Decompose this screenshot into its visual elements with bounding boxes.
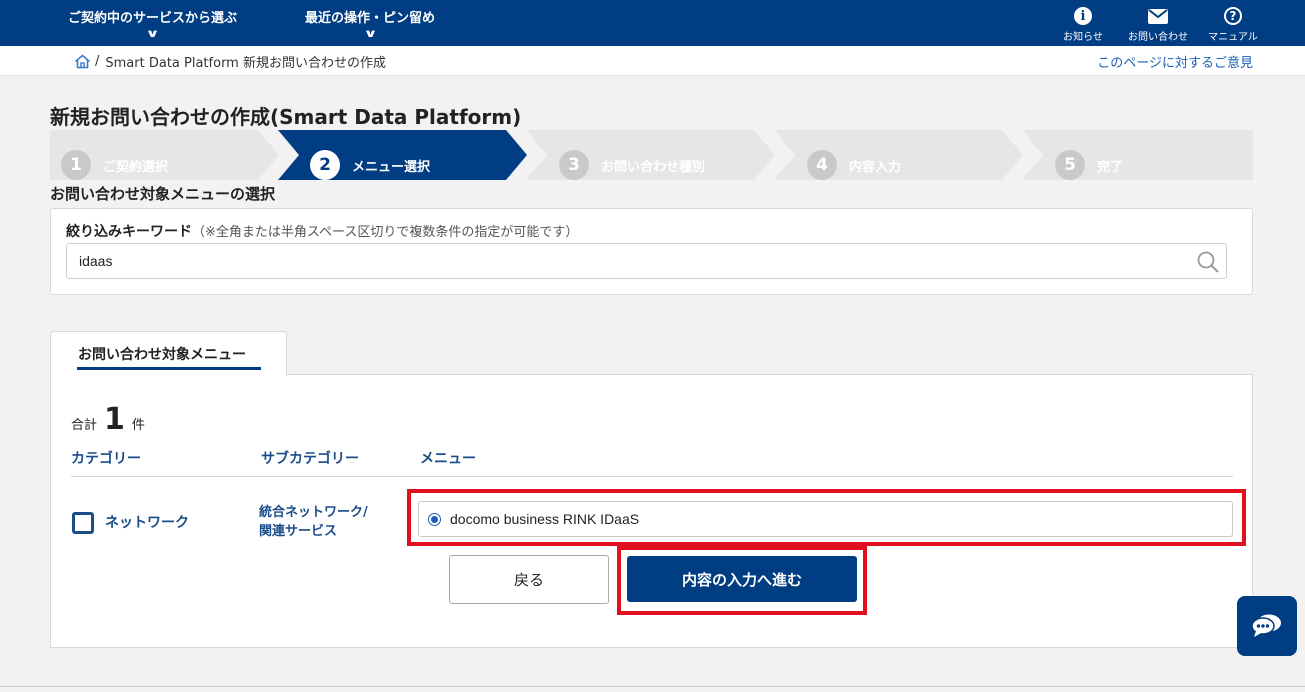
column-header-subcategory: サブカテゴリー [261, 451, 359, 467]
filter-note: （※全角または半角スペース区切りで複数条件の指定が可能です） [192, 225, 579, 240]
help-icon: ? [1224, 7, 1242, 25]
category-label: ネットワーク [105, 515, 189, 531]
step-4-label: 内容入力 [849, 159, 902, 175]
chat-button[interactable] [1237, 596, 1297, 656]
chevron-down-icon: ∨ [362, 27, 378, 40]
column-header-category: カテゴリー [71, 451, 141, 467]
header-divider [71, 476, 1233, 477]
filter-label: 絞り込みキーワード（※全角または半角スペース区切りで複数条件の指定が可能です） [66, 221, 578, 241]
nav-contracted-services[interactable]: ご契約中のサービスから選ぶ ∨ [68, 0, 237, 46]
total-prefix: 合計 [71, 418, 98, 433]
menu-option[interactable]: docomo business RINK IDaaS [418, 501, 1233, 537]
subcategory-label: 統合ネットワーク/ 関連サービス [259, 503, 389, 541]
breadcrumb-current: Smart Data Platform 新規お問い合わせの作成 [105, 56, 386, 71]
manual-label: マニュアル [1208, 32, 1258, 43]
step-3-label: お問い合わせ種別 [601, 159, 706, 175]
step-3: 3 お問い合わせ種別 [559, 140, 705, 190]
step-4: 4 内容入力 [807, 140, 901, 190]
result-total: 合計 1 件 [71, 405, 145, 435]
home-icon[interactable] [74, 54, 91, 69]
tab-active-indicator [77, 367, 261, 370]
step-3-number: 3 [559, 150, 589, 180]
step-5-number: 5 [1055, 150, 1085, 180]
manual-button[interactable]: ? マニュアル [1203, 6, 1263, 43]
chat-icon [1251, 614, 1281, 637]
tab-target-menu-label: お問い合わせ対象メニュー [78, 347, 246, 363]
tab-target-menu[interactable]: お問い合わせ対象メニュー [50, 331, 287, 376]
subcategory-line-1: 統合ネットワーク/ [259, 505, 368, 520]
nav-contracted-services-label: ご契約中のサービスから選ぶ [68, 11, 238, 26]
chevron-down-icon: ∨ [145, 27, 160, 40]
breadcrumb-separator: / [95, 54, 100, 69]
menu-option-radio[interactable] [428, 512, 441, 526]
step-2: 2 メニュー選択 [310, 140, 430, 190]
contact-label: お問い合わせ [1128, 32, 1188, 43]
step-5-label: 完了 [1097, 159, 1124, 175]
top-header: ご契約中のサービスから選ぶ ∨ 最近の操作・ピン留め ∨ i お知らせ お問い合… [0, 0, 1305, 46]
back-button[interactable]: 戻る [449, 555, 609, 604]
nav-recent-pins[interactable]: 最近の操作・ピン留め ∨ [305, 0, 435, 46]
filter-panel: 絞り込みキーワード（※全角または半角スペース区切りで複数条件の指定が可能です） [50, 208, 1253, 295]
filter-label-text: 絞り込みキーワード [66, 224, 192, 240]
info-icon: i [1074, 7, 1092, 25]
step-1-number: 1 [61, 150, 91, 180]
menu-option-label: docomo business RINK IDaaS [450, 511, 640, 527]
feedback-link[interactable]: このページに対するご意見 [1097, 52, 1253, 71]
mail-icon [1148, 8, 1168, 24]
total-count: 1 [104, 402, 125, 437]
step-2-number: 2 [310, 150, 340, 180]
column-header-menu: メニュー [420, 451, 476, 467]
notifications-label: お知らせ [1063, 32, 1103, 43]
search-icon[interactable] [1196, 250, 1220, 274]
results-panel: 合計 1 件 カテゴリー サブカテゴリー メニュー ネットワーク 統合ネットワー… [50, 374, 1253, 648]
breadcrumb: / Smart Data Platform 新規お問い合わせの作成 このページに… [0, 46, 1305, 76]
notifications-button[interactable]: i お知らせ [1053, 6, 1113, 43]
step-2-label: メニュー選択 [352, 159, 431, 175]
page-title: 新規お問い合わせの作成(Smart Data Platform) [50, 105, 522, 129]
footer-divider [0, 686, 1305, 687]
step-5: 5 完了 [1055, 140, 1123, 190]
subcategory-line-2: 関連サービス [259, 524, 338, 539]
next-button[interactable]: 内容の入力へ進む [627, 556, 857, 602]
total-suffix: 件 [131, 418, 145, 433]
step-1-label: ご契約選択 [103, 159, 169, 175]
category-checkbox[interactable] [72, 512, 94, 534]
keyword-search-input[interactable] [66, 243, 1227, 279]
section-title: お問い合わせ対象メニューの選択 [50, 185, 276, 203]
contact-button[interactable]: お問い合わせ [1128, 6, 1188, 43]
nav-recent-pins-label: 最近の操作・ピン留め [305, 11, 436, 26]
radio-selected-dot [431, 515, 438, 523]
step-4-number: 4 [807, 150, 837, 180]
